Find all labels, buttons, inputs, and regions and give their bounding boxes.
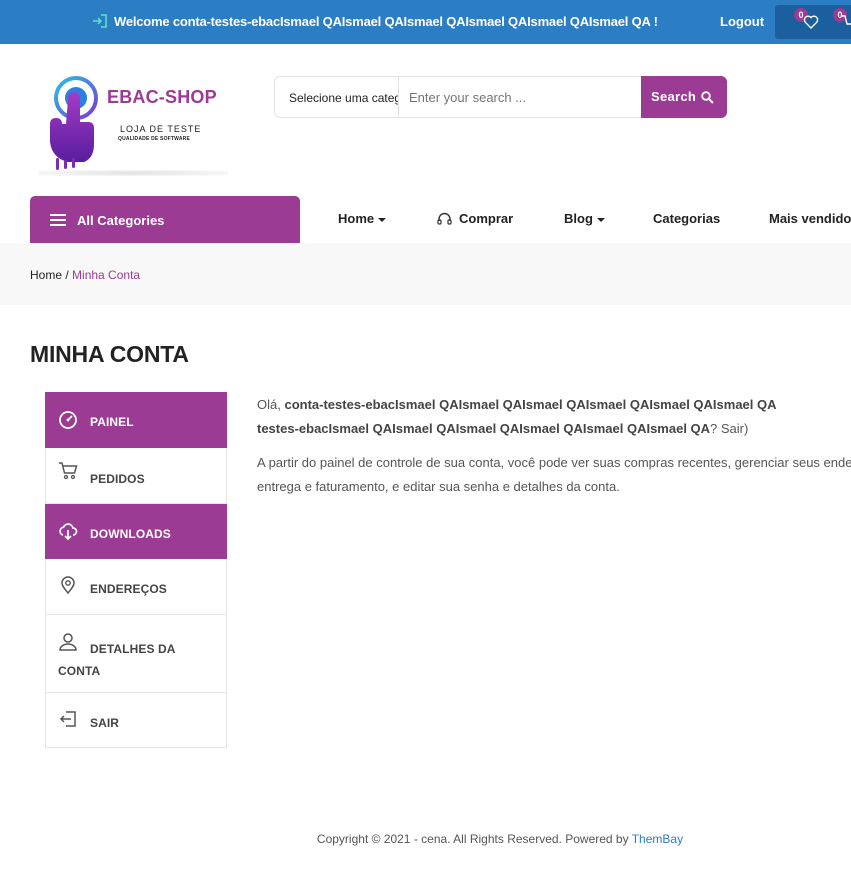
welcome-message: Welcome conta-testes-ebacIsmael QAIsmael… — [92, 13, 658, 29]
cart-icon — [59, 462, 78, 480]
dashboard-intro: A partir do painel de controle de sua co… — [257, 451, 851, 499]
account-nav-detalhes-da-conta[interactable]: DETALHES DA CONTA — [45, 615, 227, 693]
search-bar: Selecione uma categoria Search — [274, 76, 727, 118]
all-categories-label: All Categories — [77, 213, 165, 228]
breadcrumb: Home / Minha Conta — [30, 268, 140, 282]
breadcrumb-bar: Home / Minha Conta — [0, 243, 851, 305]
breadcrumb-current: Minha Conta — [72, 268, 141, 282]
map-pin-icon — [61, 576, 75, 595]
copyright-text: Copyright © 2021 - cena. All Rights Rese… — [316, 832, 632, 846]
logo-brand-text: EBAC-SHOP — [107, 87, 217, 107]
account-navigation: PAINEL PEDIDOS DOWNLOADS ENDEREÇOS DETAL… — [45, 392, 227, 748]
account-nav-downloads[interactable]: DOWNLOADS — [45, 504, 227, 559]
search-button[interactable]: Search — [641, 76, 727, 118]
wishlist-heart-icon[interactable] — [803, 14, 819, 30]
nav-item-label: Home — [338, 211, 375, 226]
cart-icon[interactable] — [841, 14, 851, 30]
greeting: Olá, conta-testes-ebacIsmael QAIsmael QA… — [257, 393, 851, 441]
logo-shadow — [38, 170, 228, 176]
search-icon — [701, 91, 714, 104]
logo-hand-icon — [50, 76, 98, 170]
hamburger-icon — [50, 214, 66, 226]
account-nav-sair[interactable]: SAIR — [45, 693, 227, 748]
nav-item-label: Comprar — [459, 211, 514, 226]
footer-copyright: Copyright © 2021 - cena. All Rights Rese… — [0, 832, 851, 846]
nav-item-blog[interactable]: Blog — [564, 211, 605, 226]
account-nav-pedidos[interactable]: PEDIDOS — [45, 448, 227, 504]
caret-down-icon — [378, 217, 387, 222]
top-bar: Welcome conta-testes-ebacIsmael QAIsmael… — [0, 0, 851, 44]
account-nav-painel[interactable]: PAINEL — [45, 392, 227, 448]
dashboard-gauge-icon — [59, 411, 77, 429]
nav-item-label: Mais vendidos — [769, 211, 851, 226]
headset-icon — [437, 212, 452, 225]
nav-item-categorias[interactable]: Categorias — [653, 211, 720, 226]
site-logo[interactable]: EBAC-SHOP LOJA DE TESTE QUALIDADE DE SOF… — [38, 70, 228, 180]
mini-cart-box: 0 0 — [775, 5, 851, 39]
caret-down-icon — [596, 217, 605, 222]
all-categories-button[interactable]: All Categories — [30, 196, 300, 243]
dashboard-intro-line-2: entrega e faturamento, e editar sua senh… — [257, 479, 620, 494]
dashboard-intro-line-1: A partir do painel de controle de sua co… — [257, 455, 851, 470]
greeting-logout-link[interactable]: ? Sair) — [710, 421, 748, 436]
search-button-label: Search — [651, 89, 697, 104]
cloud-download-icon — [59, 523, 78, 541]
logo-tagline-small: QUALIDADE DE SOFTWARE — [118, 136, 190, 142]
login-icon — [93, 14, 107, 28]
nav-item-comprar[interactable]: Comprar — [437, 211, 513, 226]
logout-link[interactable]: Logout — [720, 14, 764, 29]
nav-item-home[interactable]: Home — [338, 211, 387, 226]
page-title: MINHA CONTA — [30, 341, 189, 367]
greeting-prefix: Olá, — [257, 397, 285, 412]
welcome-text: Welcome conta-testes-ebacIsmael QAIsmael… — [114, 13, 658, 29]
breadcrumb-separator: / — [62, 268, 73, 282]
nav-item-label: Categorias — [653, 211, 721, 226]
account-nav-enderecos[interactable]: ENDEREÇOS — [45, 559, 227, 615]
user-icon — [59, 633, 77, 651]
breadcrumb-home-link[interactable]: Home — [30, 268, 62, 282]
greeting-username: conta-testes-ebacIsmael QAIsmael QAIsmae… — [284, 397, 777, 412]
logo-tagline: LOJA DE TESTE — [120, 124, 202, 134]
greeting-username-continued: testes-ebacIsmael QAIsmael QAIsmael QAIs… — [257, 421, 711, 436]
category-select[interactable]: Selecione uma categoria — [275, 77, 399, 117]
thembay-link[interactable]: ThemBay — [632, 832, 683, 846]
nav-item-label: Blog — [564, 211, 593, 226]
nav-item-mais-vendidos[interactable]: Mais vendidos — [769, 211, 851, 226]
logout-icon — [59, 711, 76, 727]
dashboard-content: Olá, conta-testes-ebacIsmael QAIsmael QA… — [257, 393, 851, 499]
search-input[interactable] — [409, 90, 629, 105]
